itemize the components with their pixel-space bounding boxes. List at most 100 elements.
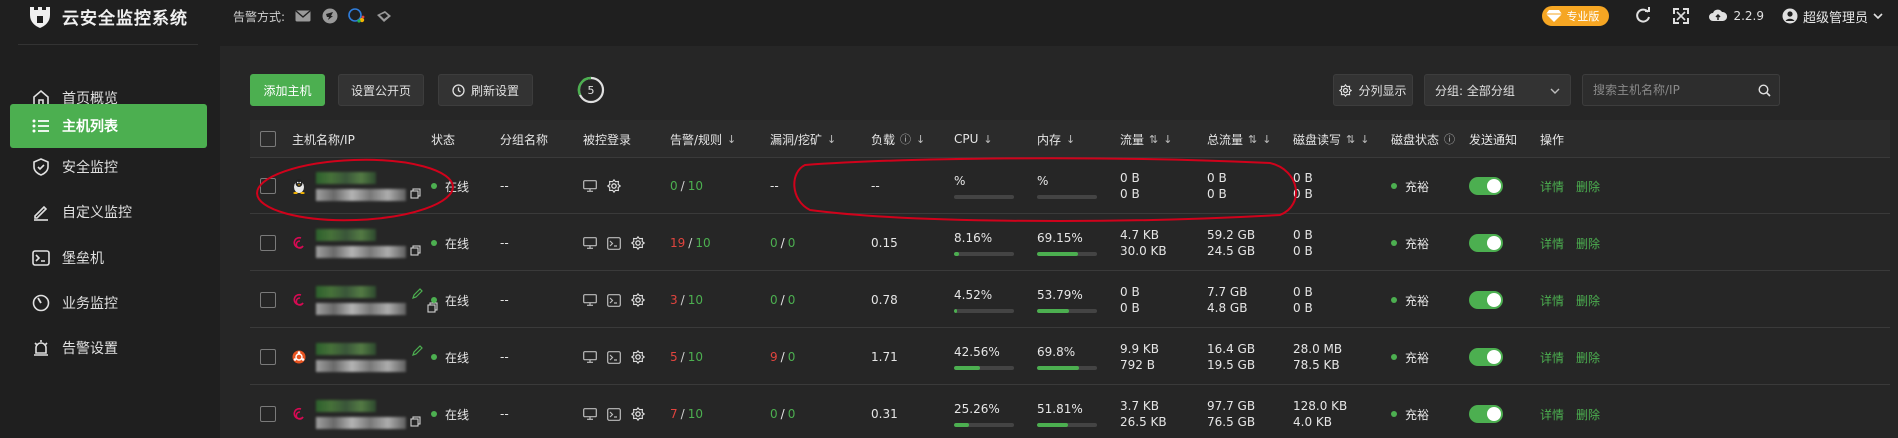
refresh-settings-button[interactable]: 刷新设置 xyxy=(438,74,533,106)
col-cpu[interactable]: CPU ↓ xyxy=(954,120,993,158)
col-load[interactable]: 负载 ⓘ ↓ xyxy=(871,120,925,158)
host-name-ip-redacted[interactable] xyxy=(316,399,406,429)
desktop-icon[interactable] xyxy=(583,408,597,420)
col-vuln-mining[interactable]: 漏洞/挖矿 ↓ xyxy=(770,120,836,158)
col-alarm-rules[interactable]: 告警/规则 ↓ xyxy=(670,120,736,158)
search-icon[interactable] xyxy=(1758,84,1771,97)
feishu-icon[interactable] xyxy=(375,7,393,25)
copy-ip-icon[interactable] xyxy=(410,415,421,427)
info-icon[interactable]: ⓘ xyxy=(1444,131,1455,147)
sort-arrow-icon[interactable]: ↓ xyxy=(1262,133,1271,146)
notify-toggle[interactable] xyxy=(1469,177,1503,195)
sort-arrow-icon[interactable]: ↓ xyxy=(916,133,925,146)
gear-icon[interactable] xyxy=(631,350,645,364)
row-checkbox[interactable] xyxy=(260,406,276,422)
detail-link[interactable]: 详情 xyxy=(1540,349,1564,366)
refresh-icon[interactable] xyxy=(1633,6,1653,26)
host-cell[interactable] xyxy=(292,329,423,385)
sort-updown-icon[interactable]: ⇅ xyxy=(1149,133,1158,146)
alarm-rules-cell[interactable]: 0 / 10 xyxy=(670,158,703,214)
split-display-button[interactable]: 分列显示 xyxy=(1333,74,1413,106)
col-total-traffic[interactable]: 总流量 ⇅ ↓ xyxy=(1207,120,1271,158)
vuln-mining-cell[interactable]: 0/0 xyxy=(770,272,795,328)
table-row[interactable]: 在线 -- 19 / 10 0/0 0.15 8.16% 69.15% 4.7 … xyxy=(250,215,1890,271)
copy-ip-icon[interactable] xyxy=(410,187,421,199)
gear-icon[interactable] xyxy=(607,179,621,193)
detail-link[interactable]: 详情 xyxy=(1540,235,1564,252)
desktop-icon[interactable] xyxy=(583,237,597,249)
sidebar-item-security[interactable]: 安全监控 xyxy=(10,145,207,189)
table-row[interactable]: 在线 -- 3 / 10 0/0 0.78 4.52% 53.79% 0 B 0… xyxy=(250,272,1890,328)
desktop-icon[interactable] xyxy=(583,351,597,363)
notify-toggle[interactable] xyxy=(1469,291,1503,309)
vuln-mining-cell[interactable]: 0/0 xyxy=(770,386,795,438)
fullscreen-icon[interactable] xyxy=(1671,6,1691,26)
vuln-mining-cell[interactable]: -- xyxy=(770,158,779,214)
row-checkbox[interactable] xyxy=(260,349,276,365)
select-all-checkbox[interactable] xyxy=(260,131,276,147)
alarm-rules-cell[interactable]: 19 / 10 xyxy=(670,215,711,271)
detail-link[interactable]: 详情 xyxy=(1540,178,1564,195)
sort-arrow-icon[interactable]: ↓ xyxy=(983,133,992,146)
table-row[interactable]: 在线 -- 7 / 10 0/0 0.31 25.26% 51.81% 3.7 … xyxy=(250,386,1890,438)
terminal-icon[interactable] xyxy=(607,236,621,250)
detail-link[interactable]: 详情 xyxy=(1540,292,1564,309)
delete-link[interactable]: 删除 xyxy=(1576,292,1600,309)
copy-ip-icon[interactable] xyxy=(410,244,421,256)
alarm-rules-cell[interactable]: 3 / 10 xyxy=(670,272,703,328)
delete-link[interactable]: 删除 xyxy=(1576,349,1600,366)
public-page-button[interactable]: 设置公开页 xyxy=(338,74,424,106)
delete-link[interactable]: 删除 xyxy=(1576,406,1600,423)
sort-arrow-icon[interactable]: ↓ xyxy=(1163,133,1172,146)
add-host-button[interactable]: 添加主机 xyxy=(250,74,325,106)
delete-link[interactable]: 删除 xyxy=(1576,235,1600,252)
col-disk-rw[interactable]: 磁盘读写 ⇅ ↓ xyxy=(1293,120,1369,158)
host-search-input[interactable] xyxy=(1593,83,1779,97)
brand[interactable]: 云安全监控系统 xyxy=(0,0,200,32)
desktop-icon[interactable] xyxy=(583,294,597,306)
terminal-icon[interactable] xyxy=(607,293,621,307)
host-cell[interactable] xyxy=(292,386,421,438)
host-cell[interactable] xyxy=(292,158,421,214)
sidebar-item-business-monitor[interactable]: 业务监控 xyxy=(10,281,207,325)
col-memory[interactable]: 内存 ↓ xyxy=(1037,120,1075,158)
refresh-countdown[interactable]: 5 xyxy=(577,76,605,104)
sort-updown-icon[interactable]: ⇅ xyxy=(1248,133,1257,146)
vuln-mining-cell[interactable]: 9/0 xyxy=(770,329,795,385)
version-info[interactable]: 2.2.9 xyxy=(1709,9,1764,23)
terminal-icon[interactable] xyxy=(607,407,621,421)
host-name-ip-redacted[interactable] xyxy=(316,171,406,201)
wecom-icon[interactable] xyxy=(348,7,366,25)
sidebar-item-host-list[interactable]: 主机列表 xyxy=(10,104,207,148)
table-row[interactable]: 在线 -- 0 / 10 -- -- % % 0 B 0 B 0 B 0 B 0… xyxy=(250,158,1890,214)
terminal-icon[interactable] xyxy=(607,350,621,364)
row-checkbox[interactable] xyxy=(260,235,276,251)
info-icon[interactable]: ⓘ xyxy=(900,131,911,147)
gear-icon[interactable] xyxy=(631,236,645,250)
alarm-rules-cell[interactable]: 5 / 10 xyxy=(670,329,703,385)
group-select[interactable]: 分组: 全部分组 xyxy=(1424,74,1571,106)
host-name-ip-redacted[interactable] xyxy=(316,228,406,258)
email-icon[interactable] xyxy=(294,7,312,25)
detail-link[interactable]: 详情 xyxy=(1540,406,1564,423)
pro-edition-badge[interactable]: 专业版 xyxy=(1542,6,1610,26)
host-name-ip-redacted[interactable] xyxy=(316,285,406,315)
sidebar-item-custom-monitor[interactable]: 自定义监控 xyxy=(10,190,207,234)
host-search-box[interactable] xyxy=(1582,74,1780,106)
user-menu[interactable]: 超级管理员 xyxy=(1782,7,1898,26)
row-checkbox[interactable] xyxy=(260,292,276,308)
table-row[interactable]: 在线 -- 5 / 10 9/0 1.71 42.56% 69.8% 9.9 K… xyxy=(250,329,1890,385)
gear-icon[interactable] xyxy=(631,407,645,421)
host-cell[interactable] xyxy=(292,215,421,271)
desktop-icon[interactable] xyxy=(583,180,597,192)
col-traffic[interactable]: 流量 ⇅ ↓ xyxy=(1120,120,1172,158)
gear-icon[interactable] xyxy=(631,293,645,307)
row-checkbox[interactable] xyxy=(260,178,276,194)
notify-toggle[interactable] xyxy=(1469,234,1503,252)
sort-updown-icon[interactable]: ⇅ xyxy=(1346,133,1355,146)
sort-arrow-icon[interactable]: ↓ xyxy=(827,133,836,146)
host-name-ip-redacted[interactable] xyxy=(316,342,406,372)
sidebar-item-alarm-settings[interactable]: 告警设置 xyxy=(10,326,207,370)
edit-name-icon[interactable] xyxy=(412,344,423,356)
host-cell[interactable] xyxy=(292,272,438,328)
